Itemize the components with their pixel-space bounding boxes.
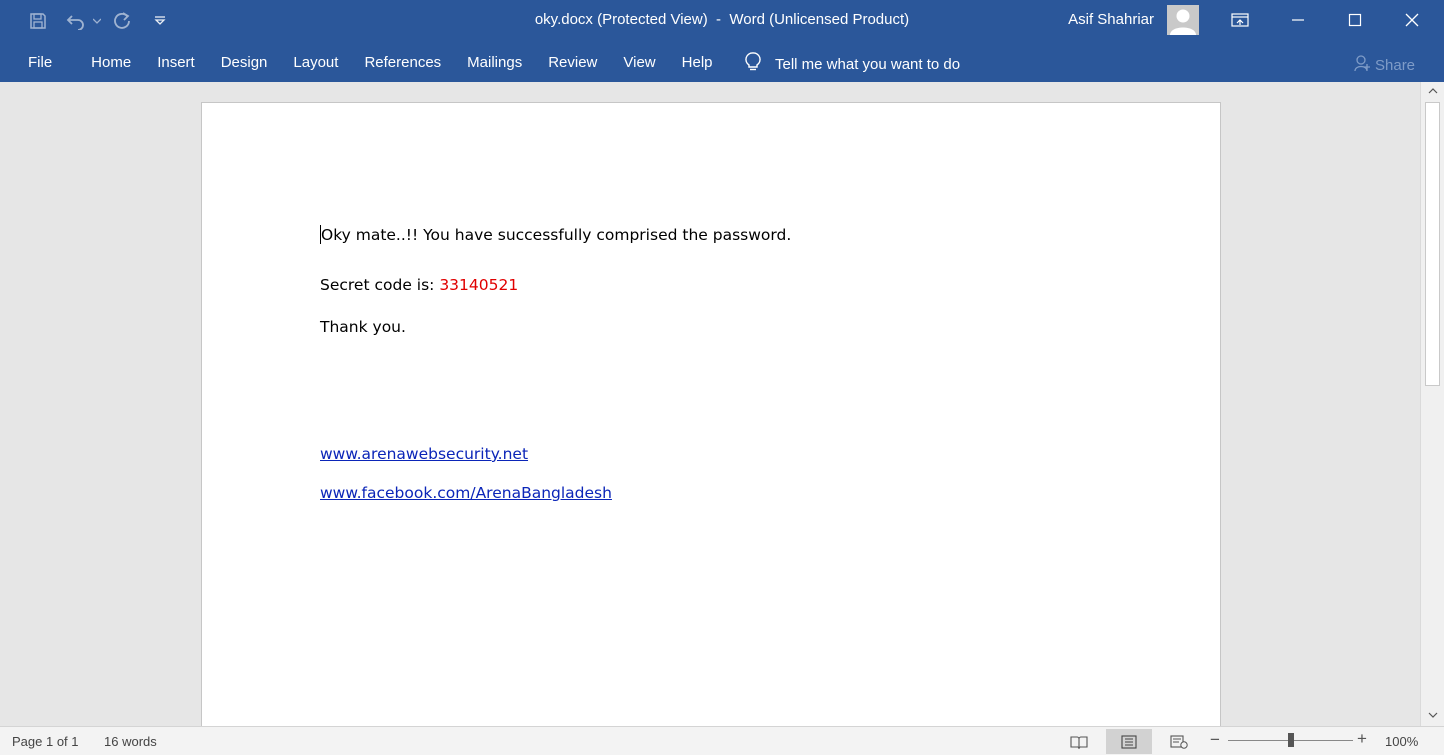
- tab-layout[interactable]: Layout: [280, 54, 351, 71]
- tell-me-label: Tell me what you want to do: [775, 55, 961, 73]
- tab-view[interactable]: View: [610, 54, 668, 71]
- ribbon-tabs: File Home Insert Design Layout Reference…: [14, 42, 726, 82]
- paragraph-secret[interactable]: Secret code is: 33140521: [320, 276, 518, 294]
- link-facebook[interactable]: www.facebook.com/ArenaBangladesh: [320, 484, 612, 502]
- scrollbar-thumb[interactable]: [1425, 102, 1440, 386]
- save-icon[interactable]: [26, 9, 50, 33]
- minimize-icon[interactable]: [1270, 0, 1326, 40]
- scroll-down-icon[interactable]: [1421, 706, 1444, 724]
- secret-label: Secret code is:: [320, 276, 440, 294]
- undo-dropdown-icon[interactable]: [90, 9, 104, 33]
- close-icon[interactable]: [1384, 0, 1440, 40]
- ribbon-display-options-icon[interactable]: [1212, 0, 1268, 40]
- customize-qat-icon[interactable]: [148, 9, 172, 33]
- tab-insert[interactable]: Insert: [144, 54, 208, 71]
- tab-review[interactable]: Review: [535, 54, 610, 71]
- quick-access-toolbar: [26, 9, 186, 33]
- zoom-level[interactable]: 100%: [1385, 734, 1418, 749]
- paragraph-thanks[interactable]: Thank you.: [320, 318, 406, 336]
- tab-home[interactable]: Home: [78, 54, 144, 71]
- document-area: Oky mate..!! You have successfully compr…: [3, 82, 1420, 726]
- print-layout-icon[interactable]: [1106, 729, 1152, 754]
- tab-file[interactable]: File: [14, 54, 78, 71]
- user-name[interactable]: Asif Shahriar: [1068, 11, 1154, 28]
- page-count[interactable]: Page 1 of 1: [12, 734, 79, 749]
- web-layout-icon[interactable]: [1156, 729, 1202, 754]
- lightbulb-icon: [744, 52, 762, 76]
- zoom-slider-thumb[interactable]: [1288, 733, 1294, 747]
- vertical-scrollbar[interactable]: [1420, 82, 1444, 726]
- share-button[interactable]: Share: [1354, 54, 1415, 76]
- tab-design[interactable]: Design: [208, 54, 281, 71]
- zoom-in-button[interactable]: +: [1357, 729, 1367, 749]
- read-mode-icon[interactable]: [1056, 729, 1102, 754]
- paragraph-1-text: Oky mate..!! You have successfully compr…: [321, 226, 792, 244]
- ribbon: File Home Insert Design Layout Reference…: [0, 42, 1444, 82]
- share-label: Share: [1375, 56, 1416, 74]
- paragraph-1[interactable]: Oky mate..!! You have successfully compr…: [320, 225, 791, 244]
- tab-help[interactable]: Help: [669, 54, 726, 71]
- undo-icon[interactable]: [64, 9, 88, 33]
- status-bar: Page 1 of 1 16 words − + 100%: [0, 726, 1444, 755]
- tell-me-search[interactable]: Tell me what you want to do: [744, 52, 960, 76]
- scroll-up-icon[interactable]: [1421, 82, 1444, 100]
- secret-code: 33140521: [439, 276, 519, 294]
- hyperlink-1[interactable]: www.arenawebsecurity.net: [320, 445, 528, 463]
- tab-references[interactable]: References: [351, 54, 454, 71]
- maximize-icon[interactable]: [1327, 0, 1383, 40]
- word-count[interactable]: 16 words: [104, 734, 157, 749]
- redo-icon[interactable]: [110, 9, 134, 33]
- avatar[interactable]: [1167, 5, 1199, 35]
- document-page[interactable]: Oky mate..!! You have successfully compr…: [201, 102, 1221, 726]
- zoom-out-button[interactable]: −: [1210, 730, 1220, 750]
- tab-mailings[interactable]: Mailings: [454, 54, 535, 71]
- title-bar: oky.docx (Protected View) - Word (Unlice…: [0, 0, 1444, 42]
- link-arenawebsecurity[interactable]: www.arenawebsecurity.net: [320, 445, 528, 463]
- hyperlink-2[interactable]: www.facebook.com/ArenaBangladesh: [320, 484, 612, 502]
- person-add-icon: [1354, 54, 1370, 76]
